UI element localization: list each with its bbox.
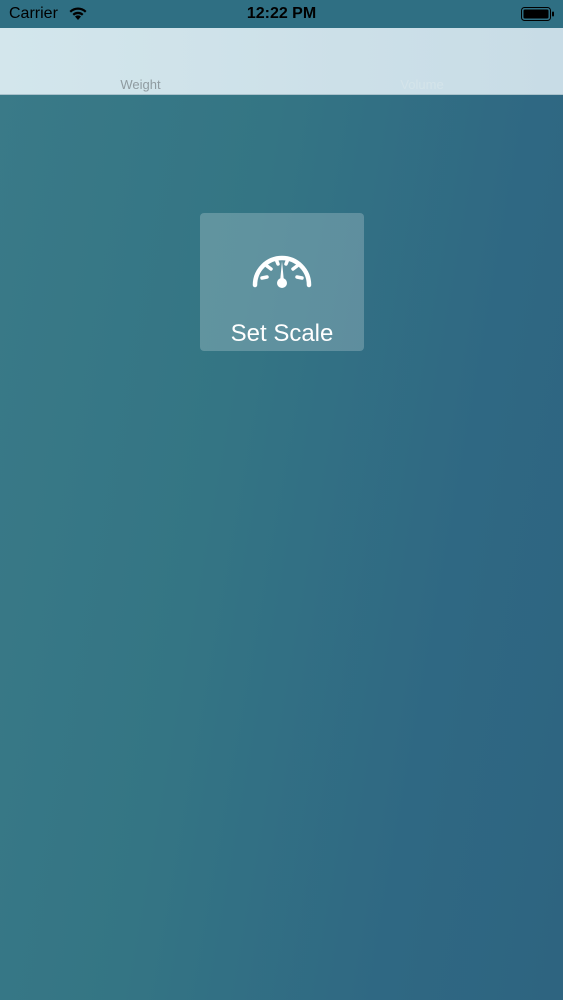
tab-volume[interactable]: Volume <box>281 77 563 92</box>
battery-icon <box>521 7 554 21</box>
tab-header: Weight Volume <box>0 28 563 95</box>
status-bar: Carrier 12:22 PM <box>0 0 563 28</box>
set-scale-label: Set Scale <box>230 320 334 347</box>
set-scale-button[interactable]: Set Scale <box>200 213 364 351</box>
status-time: 12:22 PM <box>246 5 317 22</box>
gauge-icon <box>252 255 312 288</box>
tab-weight[interactable]: Weight <box>0 77 281 92</box>
